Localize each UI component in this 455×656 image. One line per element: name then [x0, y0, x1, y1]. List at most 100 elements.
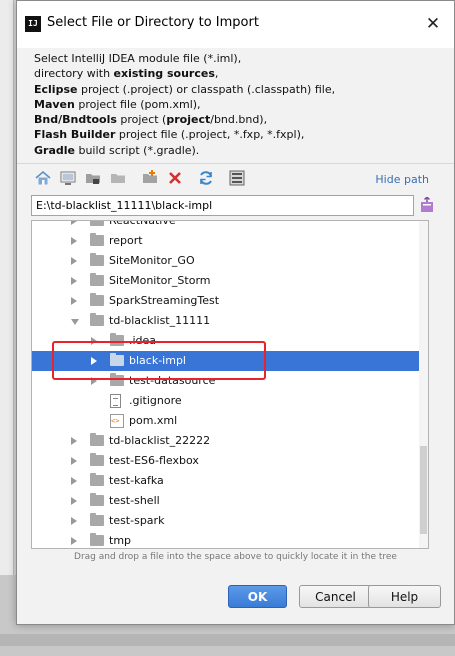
- collapsed-arrow-icon[interactable]: [71, 517, 77, 525]
- new-folder-icon[interactable]: [141, 169, 159, 187]
- project-folder-icon[interactable]: [84, 169, 102, 187]
- description-line: Flash Builder project file (.project, *.…: [34, 127, 454, 142]
- collapsed-arrow-icon[interactable]: [71, 297, 77, 305]
- tree-row[interactable]: test-datasource: [32, 371, 420, 391]
- ok-button[interactable]: OK: [228, 585, 287, 608]
- tree-row-label: td-blacklist_11111: [109, 314, 211, 327]
- collapsed-arrow-icon[interactable]: [71, 257, 77, 265]
- tree-row[interactable]: pom.xml: [32, 411, 420, 431]
- collapsed-arrow-icon[interactable]: [71, 277, 77, 285]
- folder-icon: [90, 253, 104, 266]
- desktop-icon[interactable]: [59, 169, 77, 187]
- path-history-icon[interactable]: [419, 197, 435, 214]
- dialog-title: Select File or Directory to Import: [47, 15, 259, 30]
- folder-icon: [90, 233, 104, 246]
- description-text: build script (*.gradle).: [74, 143, 200, 157]
- tree-row[interactable]: td-blacklist_11111: [32, 311, 420, 331]
- tree-row[interactable]: SparkStreamingTest: [32, 291, 420, 311]
- title-bar: IJ Select File or Directory to Import ✕: [17, 1, 454, 48]
- tree-row[interactable]: report: [32, 231, 420, 251]
- tree-row-label: test-ES6-flexbox: [109, 454, 199, 467]
- path-row: [31, 195, 437, 217]
- module-folder-icon[interactable]: [109, 169, 127, 187]
- tree-row-label: tmp: [109, 534, 132, 547]
- file-chooser-toolbar: Hide path: [17, 166, 454, 192]
- tree-row[interactable]: black-impl: [32, 351, 420, 371]
- tree-row-label: test-kafka: [109, 474, 164, 487]
- close-icon[interactable]: ✕: [418, 9, 448, 39]
- hide-path-link[interactable]: Hide path: [375, 173, 429, 186]
- description-text: project: [166, 113, 211, 127]
- divider: [17, 163, 454, 164]
- description-text: project file (pom.xml),: [74, 97, 201, 111]
- description-text: Bnd/Bndtools: [34, 113, 117, 127]
- tree-row-label: test-shell: [109, 494, 160, 507]
- collapsed-arrow-icon[interactable]: [71, 537, 77, 545]
- description-text: Gradle: [34, 143, 75, 157]
- import-dialog: IJ Select File or Directory to Import ✕ …: [16, 0, 455, 625]
- tree-row[interactable]: ReactNative: [32, 220, 420, 231]
- home-icon[interactable]: [34, 169, 52, 187]
- collapsed-arrow-icon[interactable]: [71, 477, 77, 485]
- tree-row-label: test-datasource: [129, 374, 216, 387]
- folder-icon: [90, 293, 104, 306]
- folder-icon: [90, 513, 104, 526]
- collapsed-arrow-icon[interactable]: [71, 457, 77, 465]
- tree-row[interactable]: SiteMonitor_GO: [32, 251, 420, 271]
- tree-row[interactable]: test-ES6-flexbox: [32, 451, 420, 471]
- cancel-button[interactable]: Cancel: [299, 585, 372, 608]
- intellij-app-icon: IJ: [25, 16, 41, 32]
- tree-row-label: ReactNative: [109, 220, 176, 227]
- tree-row[interactable]: tmp: [32, 531, 420, 548]
- tree-row-label: SiteMonitor_Storm: [109, 274, 211, 287]
- import-description: Select IntelliJ IDEA module file (*.iml)…: [17, 48, 454, 158]
- delete-icon[interactable]: [166, 169, 184, 187]
- tree-row-label: black-impl: [129, 354, 186, 367]
- help-button[interactable]: Help: [368, 585, 441, 608]
- collapsed-arrow-icon[interactable]: [91, 337, 97, 345]
- description-text: Maven: [34, 97, 75, 111]
- tree-row[interactable]: test-shell: [32, 491, 420, 511]
- collapsed-arrow-icon[interactable]: [71, 497, 77, 505]
- description-text: project (.project) or classpath (.classp…: [77, 82, 336, 96]
- collapsed-arrow-icon[interactable]: [71, 221, 77, 225]
- tree-row[interactable]: .gitignore: [32, 391, 420, 411]
- tree-scrollbar-thumb[interactable]: [420, 446, 427, 534]
- tree-row-label: SiteMonitor_GO: [109, 254, 195, 267]
- folder-icon: [90, 533, 104, 546]
- description-line: Maven project file (pom.xml),: [34, 97, 454, 112]
- folder-icon: [110, 353, 124, 366]
- refresh-icon[interactable]: [197, 169, 215, 187]
- tree-row[interactable]: .idea: [32, 331, 420, 351]
- description-line: Eclipse project (.project) or classpath …: [34, 82, 454, 97]
- folder-icon: [90, 453, 104, 466]
- tree-row-label: SparkStreamingTest: [109, 294, 220, 307]
- folder-icon: [110, 373, 124, 386]
- tree-row[interactable]: test-kafka: [32, 471, 420, 491]
- folder-icon: [90, 473, 104, 486]
- tree-row[interactable]: test-spark: [32, 511, 420, 531]
- collapsed-arrow-icon[interactable]: [71, 237, 77, 245]
- tree-scrollbar[interactable]: [419, 221, 428, 548]
- description-text: Select IntelliJ IDEA module file (*.iml)…: [34, 52, 242, 65]
- expanded-arrow-icon[interactable]: [71, 319, 79, 325]
- tree-rows: ReactNative report SiteMonitor_GO SiteMonit…: [32, 220, 420, 548]
- description-text: Eclipse: [34, 82, 78, 96]
- description-line: Bnd/Bndtools project (project/bnd.bnd),: [34, 112, 454, 127]
- tree-row-label: .gitignore: [129, 394, 182, 407]
- description-text: /bnd.bnd),: [210, 113, 268, 127]
- path-input[interactable]: [31, 195, 414, 216]
- collapsed-arrow-icon[interactable]: [91, 377, 97, 385]
- tree-row-label: pom.xml: [129, 414, 178, 427]
- show-hidden-icon[interactable]: [228, 169, 246, 187]
- background-window-edge: [0, 0, 14, 656]
- tree-row[interactable]: SiteMonitor_Storm: [32, 271, 420, 291]
- description-line: Select IntelliJ IDEA module file (*.iml)…: [34, 51, 454, 66]
- folder-icon: [90, 273, 104, 286]
- collapsed-arrow-icon[interactable]: [91, 357, 97, 365]
- tree-row[interactable]: td-blacklist_22222: [32, 431, 420, 451]
- folder-icon: [90, 433, 104, 446]
- file-tree[interactable]: ReactNative report SiteMonitor_GO SiteMonit…: [31, 220, 429, 549]
- text-file-icon: [110, 394, 121, 408]
- collapsed-arrow-icon[interactable]: [71, 437, 77, 445]
